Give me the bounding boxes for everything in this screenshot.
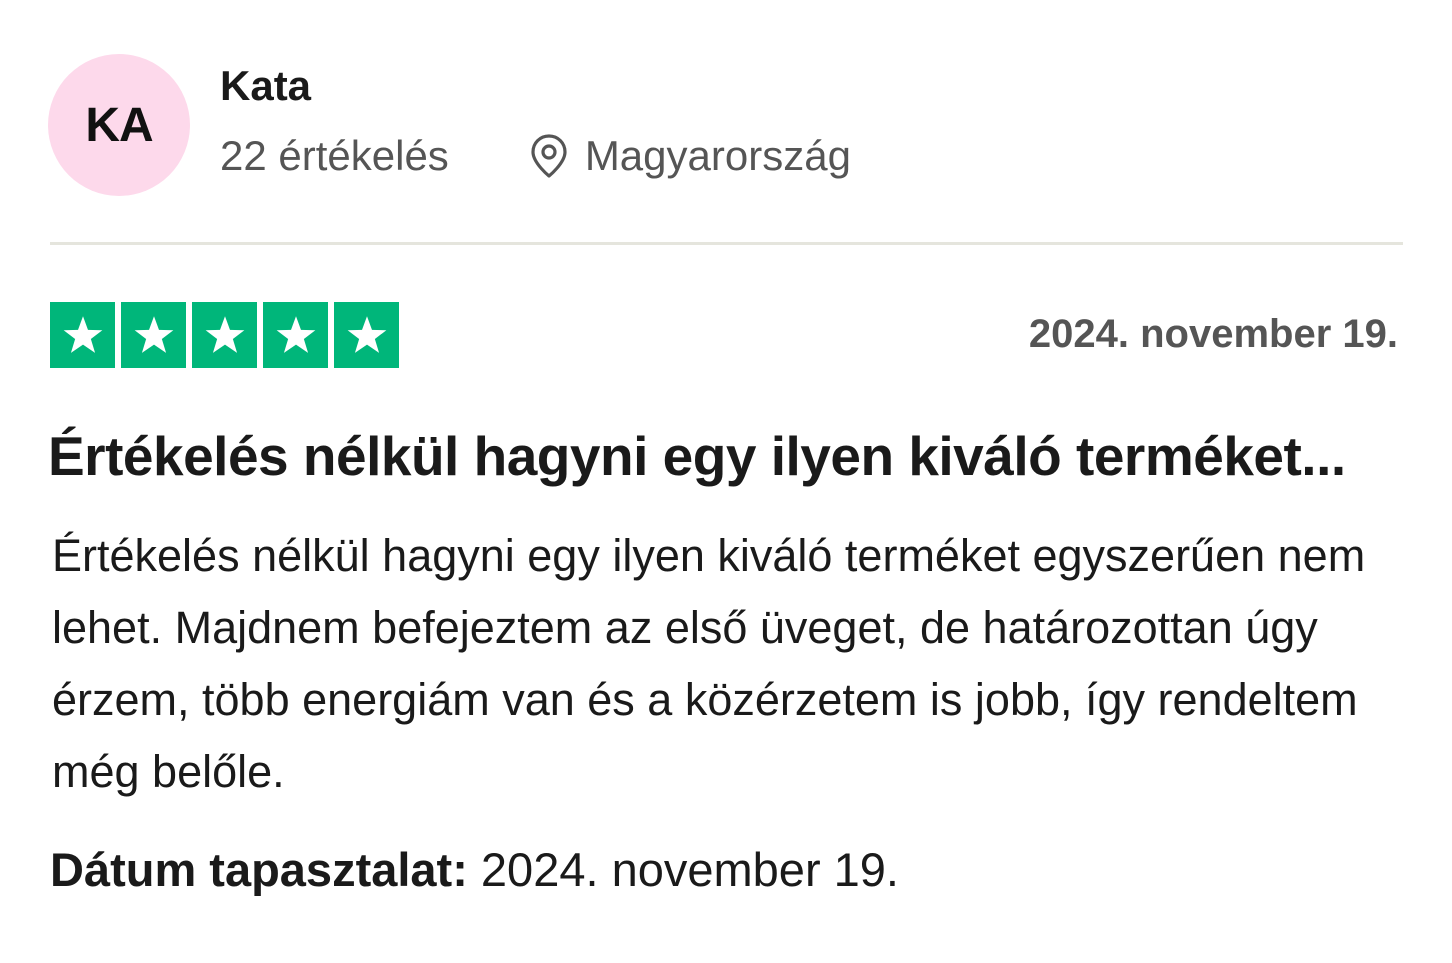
location-text: Magyarország	[584, 132, 851, 179]
experience-date: 2024. november 19.	[480, 843, 899, 896]
experience-label: Dátum tapasztalat:	[50, 843, 468, 896]
star-icon	[121, 302, 186, 368]
review-date: 2024. november 19.	[1028, 312, 1398, 356]
avatar-initials: KA	[85, 98, 153, 152]
review-body: Értékelés nélkül hagyni egy ilyen kiváló…	[52, 530, 1366, 797]
map-pin-icon	[529, 133, 569, 179]
review-count: 22 értékelés	[220, 132, 449, 179]
reviewer-meta: 22 értékelés Magyarország	[220, 132, 851, 180]
star-icon	[334, 302, 399, 368]
reviewer-location: Magyarország	[529, 132, 851, 180]
divider	[50, 242, 1403, 245]
star-icon	[192, 302, 257, 368]
star-rating	[50, 302, 399, 368]
star-icon	[50, 302, 115, 368]
reviewer-name[interactable]: Kata	[220, 62, 311, 110]
experience-date-row: Dátum tapasztalat: 2024. november 19.	[50, 842, 899, 897]
star-icon	[263, 302, 328, 368]
avatar[interactable]: KA	[48, 54, 190, 196]
review-title[interactable]: Értékelés nélkül hagyni egy ilyen kiváló…	[48, 424, 1346, 488]
